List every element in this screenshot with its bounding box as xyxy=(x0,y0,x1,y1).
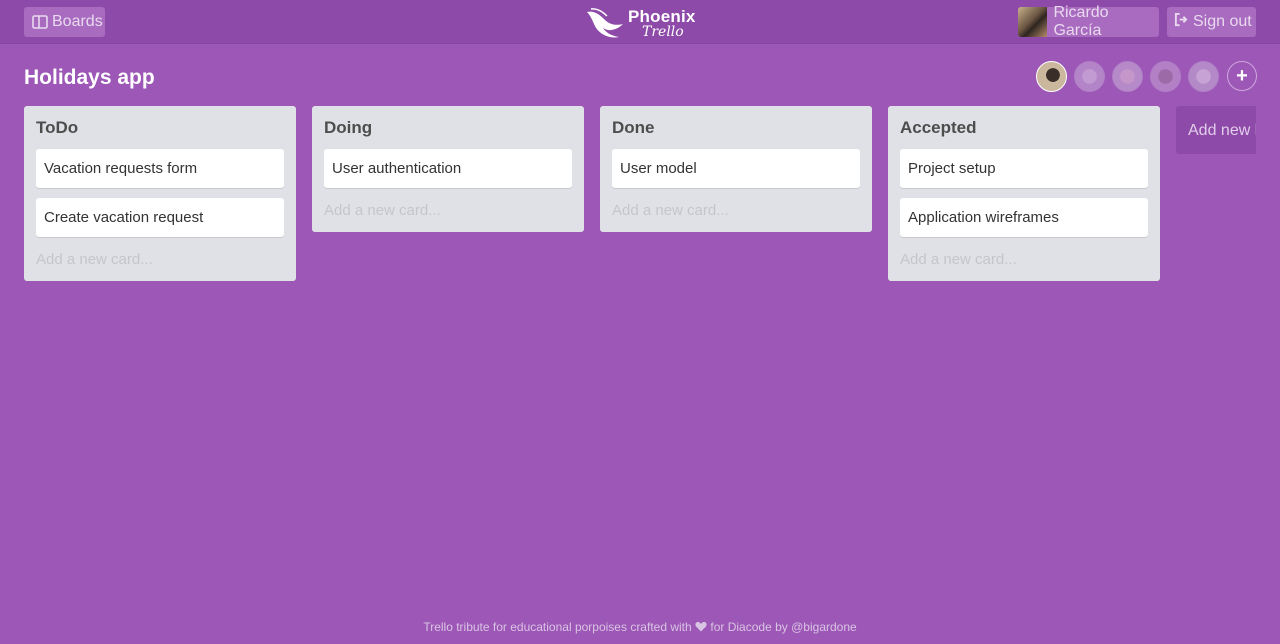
footer-for: for xyxy=(710,620,725,634)
member-avatar[interactable] xyxy=(1074,61,1105,92)
list-done: Done User model Add a new card... xyxy=(600,106,872,232)
heart-icon xyxy=(695,620,710,634)
sign-out-button[interactable]: Sign out xyxy=(1167,7,1256,37)
list-doing: Doing User authentication Add a new card… xyxy=(312,106,584,232)
board-title[interactable]: Holidays app xyxy=(24,66,155,90)
author-link[interactable]: @bigardone xyxy=(791,620,857,634)
member-avatar[interactable] xyxy=(1036,61,1067,92)
footer: Trello tribute for educational porpoises… xyxy=(0,620,1280,634)
member-avatar[interactable] xyxy=(1112,61,1143,92)
list-title[interactable]: ToDo xyxy=(36,118,284,138)
add-list-button[interactable]: Add new list xyxy=(1176,106,1256,154)
card[interactable]: Vacation requests form xyxy=(36,149,284,188)
member-avatar[interactable] xyxy=(1188,61,1219,92)
sign-out-icon xyxy=(1174,12,1189,32)
list-title[interactable]: Done xyxy=(612,118,860,138)
card[interactable]: Project setup xyxy=(900,149,1148,188)
boards-button[interactable]: Boards xyxy=(24,7,105,37)
add-member-button[interactable]: + xyxy=(1227,61,1257,91)
board-members: + xyxy=(1036,61,1257,92)
card[interactable]: User authentication xyxy=(324,149,572,188)
card[interactable]: User model xyxy=(612,149,860,188)
plus-icon: + xyxy=(1236,64,1248,87)
logo-subtitle: Trello xyxy=(642,23,684,40)
boards-label: Boards xyxy=(52,13,103,30)
list-todo: ToDo Vacation requests form Create vacat… xyxy=(24,106,296,281)
app-logo[interactable]: Phoenix Trello xyxy=(585,5,695,41)
logo-text: Phoenix Trello xyxy=(628,8,696,39)
member-avatar[interactable] xyxy=(1150,61,1181,92)
sign-out-label: Sign out xyxy=(1193,13,1252,30)
user-name: Ricardo García xyxy=(1053,4,1109,39)
avatar xyxy=(1018,7,1048,37)
list-title[interactable]: Accepted xyxy=(900,118,1148,138)
footer-text: Trello tribute for educational porpoises… xyxy=(423,620,692,634)
boards-icon xyxy=(32,14,48,30)
add-card-link[interactable]: Add a new card... xyxy=(900,251,1148,269)
current-user-button[interactable]: Ricardo García xyxy=(1018,4,1159,39)
footer-by: by xyxy=(775,620,788,634)
top-bar: Boards Phoenix Trello Ricardo García Sig… xyxy=(0,0,1280,44)
add-card-link[interactable]: Add a new card... xyxy=(324,202,572,220)
add-card-link[interactable]: Add a new card... xyxy=(612,202,860,220)
card[interactable]: Application wireframes xyxy=(900,198,1148,237)
diacode-link[interactable]: Diacode xyxy=(728,620,772,634)
card[interactable]: Create vacation request xyxy=(36,198,284,237)
phoenix-bird-icon xyxy=(585,6,625,40)
list-title[interactable]: Doing xyxy=(324,118,572,138)
logo-title: Phoenix xyxy=(628,6,696,26)
add-card-link[interactable]: Add a new card... xyxy=(36,251,284,269)
list-accepted: Accepted Project setup Application wiref… xyxy=(888,106,1160,281)
